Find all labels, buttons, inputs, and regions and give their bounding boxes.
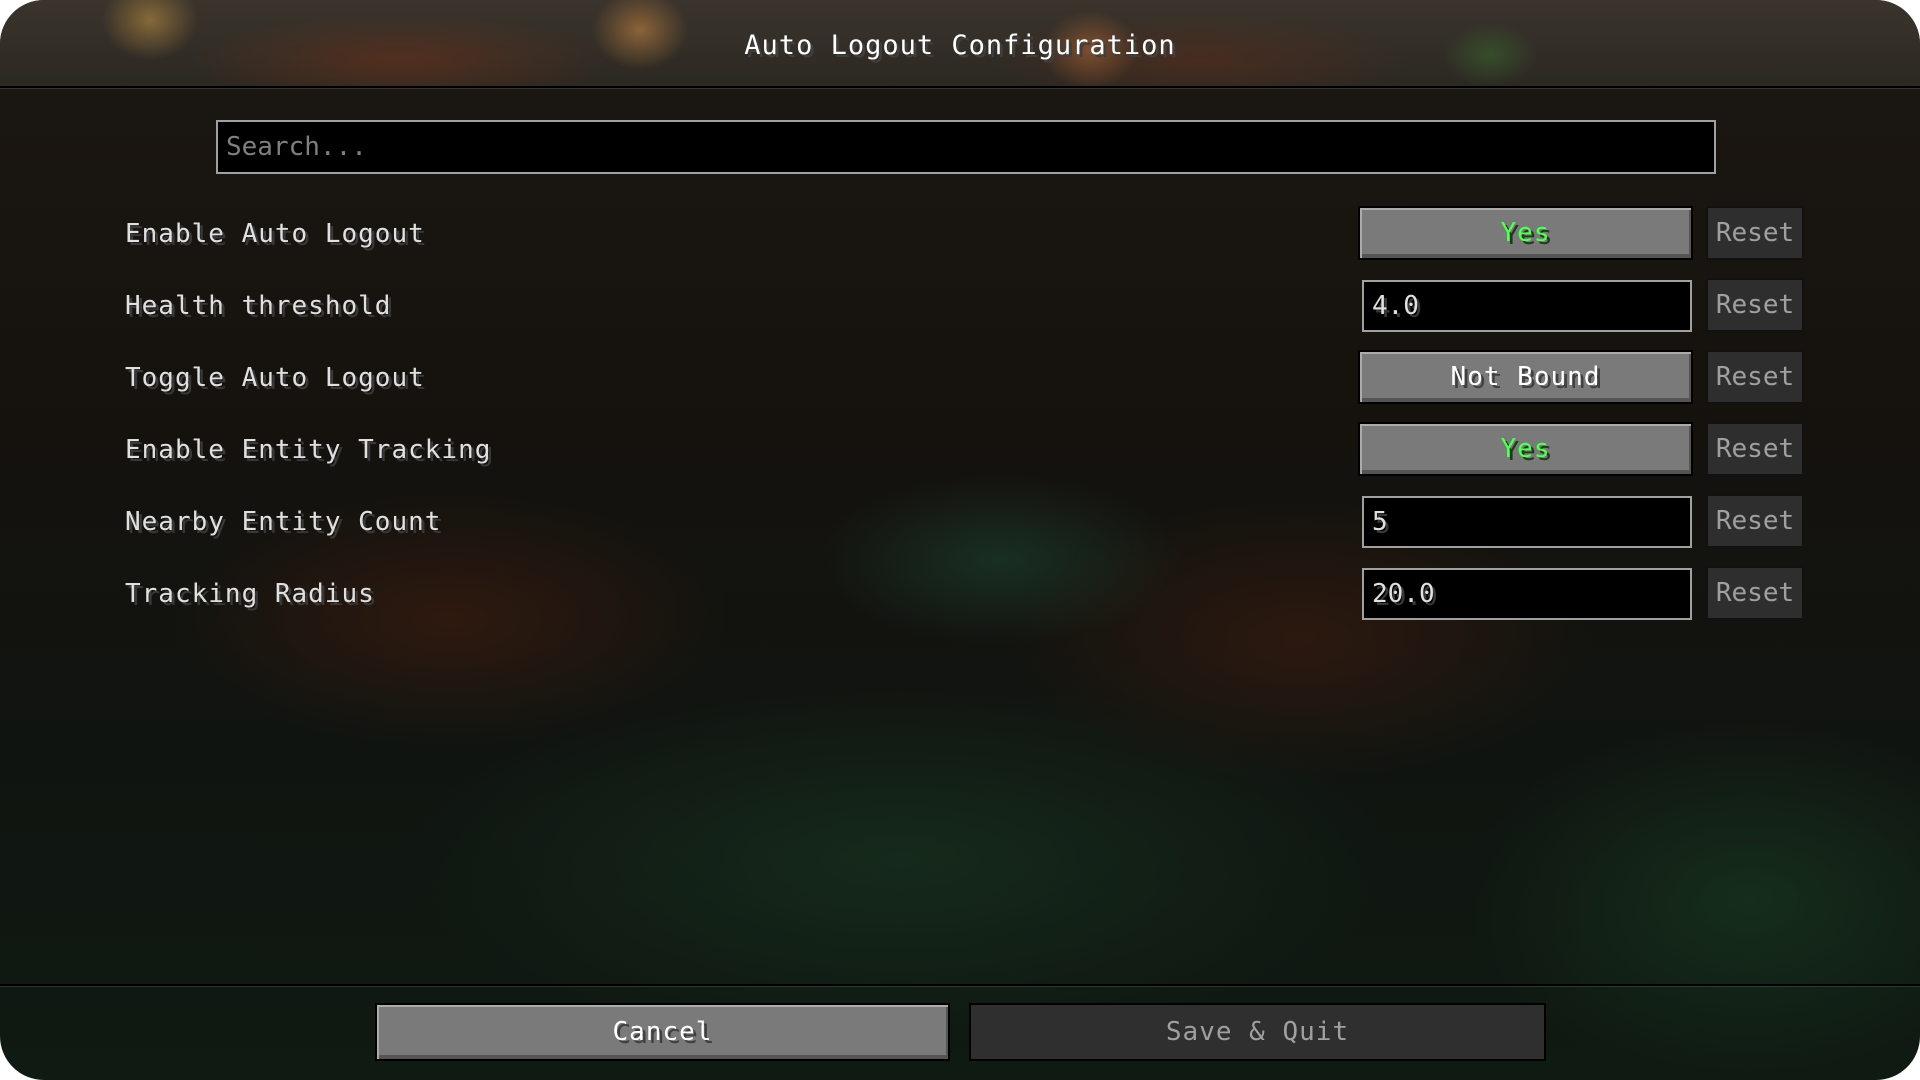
health-threshold-field[interactable] (1362, 280, 1692, 332)
option-label: Tracking Radius (125, 579, 375, 609)
option-label: Enable Entity Tracking (125, 435, 492, 465)
option-label: Health threshold (125, 291, 392, 321)
search-input[interactable] (218, 122, 1714, 172)
save-and-quit-button[interactable]: Save & Quit (969, 1003, 1546, 1061)
option-label: Nearby Entity Count (125, 507, 442, 537)
reset-button[interactable]: Reset (1706, 494, 1804, 548)
cancel-button[interactable]: Cancel (375, 1003, 950, 1061)
option-row-nearby-entity-count: Nearby Entity Count Reset (0, 494, 1920, 550)
option-row-toggle-auto-logout: Toggle Auto Logout Not Bound Reset (0, 350, 1920, 406)
option-row-health-threshold: Health threshold Reset (0, 278, 1920, 334)
nearby-entity-count-input[interactable] (1364, 498, 1690, 546)
header-divider-highlight (0, 88, 1920, 89)
screen-title: Auto Logout Configuration (744, 30, 1176, 61)
toggle-auto-logout-keybind-button[interactable]: Not Bound (1358, 350, 1693, 404)
reset-button[interactable]: Reset (1706, 278, 1804, 332)
option-label: Enable Auto Logout (125, 219, 425, 249)
reset-button[interactable]: Reset (1706, 350, 1804, 404)
search-box[interactable] (216, 120, 1716, 174)
tracking-radius-field[interactable] (1362, 568, 1692, 620)
option-label: Toggle Auto Logout (125, 363, 425, 393)
footer-divider-highlight (0, 986, 1920, 987)
tracking-radius-input[interactable] (1364, 570, 1690, 618)
health-threshold-input[interactable] (1364, 282, 1690, 330)
option-row-enable-entity-tracking: Enable Entity Tracking Yes Reset (0, 422, 1920, 478)
option-row-enable-auto-logout: Enable Auto Logout Yes Reset (0, 206, 1920, 262)
enable-entity-tracking-toggle[interactable]: Yes (1358, 422, 1693, 476)
reset-button[interactable]: Reset (1706, 422, 1804, 476)
enable-auto-logout-toggle[interactable]: Yes (1358, 206, 1693, 260)
config-screen: Auto Logout Configuration Enable Auto Lo… (0, 0, 1920, 1080)
reset-button[interactable]: Reset (1706, 206, 1804, 260)
reset-button[interactable]: Reset (1706, 566, 1804, 620)
nearby-entity-count-field[interactable] (1362, 496, 1692, 548)
option-row-tracking-radius: Tracking Radius Reset (0, 566, 1920, 622)
